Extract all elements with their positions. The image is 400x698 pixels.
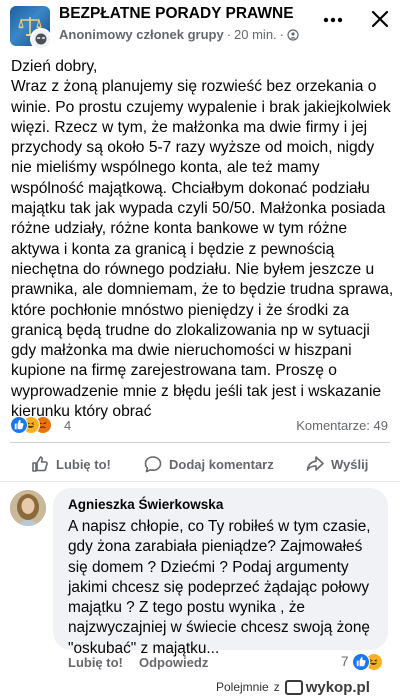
comment-reaction-count[interactable]: 7 <box>341 654 349 669</box>
meta-separator: · <box>226 27 232 42</box>
post-actions: Lubię to! Dodaj komentarz Wyślij <box>0 448 400 480</box>
wykop-logo: wykop.pl <box>284 678 370 696</box>
comment-reply-button[interactable]: Odpowiedz <box>139 655 208 670</box>
comment-like-button[interactable]: Lubię to! <box>68 655 123 670</box>
divider <box>10 442 390 443</box>
comment-reaction-icons[interactable] <box>352 653 392 671</box>
like-reaction-icon <box>352 653 370 671</box>
like-reaction-icon <box>10 416 28 434</box>
post-header: BEZPŁATNE PORADY PRAWNE Anonimowy człone… <box>0 0 400 50</box>
reaction-count[interactable]: 4 <box>64 418 71 433</box>
post-author[interactable]: Anonimowy członek grupy <box>59 27 224 42</box>
like-button[interactable]: Lubię to! <box>30 448 111 480</box>
comment-actions: Lubię to! Odpowiedz <box>68 655 388 673</box>
privacy-group-icon <box>287 28 299 41</box>
more-options-icon[interactable] <box>322 10 344 30</box>
section-separator <box>0 481 400 482</box>
share-arrow-icon <box>306 456 324 471</box>
share-label: Wyślij <box>331 456 369 472</box>
post-meta: Anonimowy członek grupy · 20 min. · <box>59 27 299 42</box>
watermark-prefix: z <box>273 680 280 694</box>
reactions-summary[interactable]: 4 Komentarze: 49 <box>10 416 390 436</box>
post-body: Dzień dobry, Wraz z żoną planujemy się r… <box>11 58 394 421</box>
like-label: Lubię to! <box>56 456 111 472</box>
anonymous-mask-icon <box>35 33 47 45</box>
close-icon[interactable] <box>369 8 391 30</box>
commenter-name[interactable]: Agnieszka Świerkowska <box>68 497 223 512</box>
comment-body: A napisz chłopie, co Ty robiłeś w tym cz… <box>68 518 375 657</box>
commenter-photo <box>10 490 46 526</box>
post-time[interactable]: 20 min. <box>234 27 277 42</box>
wykop-watermark: Polejmnie z wykop.pl <box>216 678 370 696</box>
add-comment-button[interactable]: Dodaj komentarz <box>143 448 274 480</box>
reaction-icons[interactable] <box>10 416 62 434</box>
watermark-user: Polejmnie <box>216 680 269 694</box>
comment-icon <box>144 456 162 473</box>
meta-separator: · <box>279 27 285 42</box>
add-comment-label: Dodaj komentarz <box>169 456 274 472</box>
anonymous-member-avatar <box>30 28 52 50</box>
commenter-avatar[interactable] <box>10 490 46 526</box>
comments-count[interactable]: Komentarze: 49 <box>296 418 388 433</box>
wykop-logo-icon <box>284 679 303 695</box>
thumbs-up-icon <box>32 456 48 472</box>
watermark-site: wykop.pl <box>305 678 370 696</box>
share-button[interactable]: Wyślij <box>305 448 368 480</box>
group-name[interactable]: BEZPŁATNE PORADY PRAWNE <box>59 5 294 23</box>
